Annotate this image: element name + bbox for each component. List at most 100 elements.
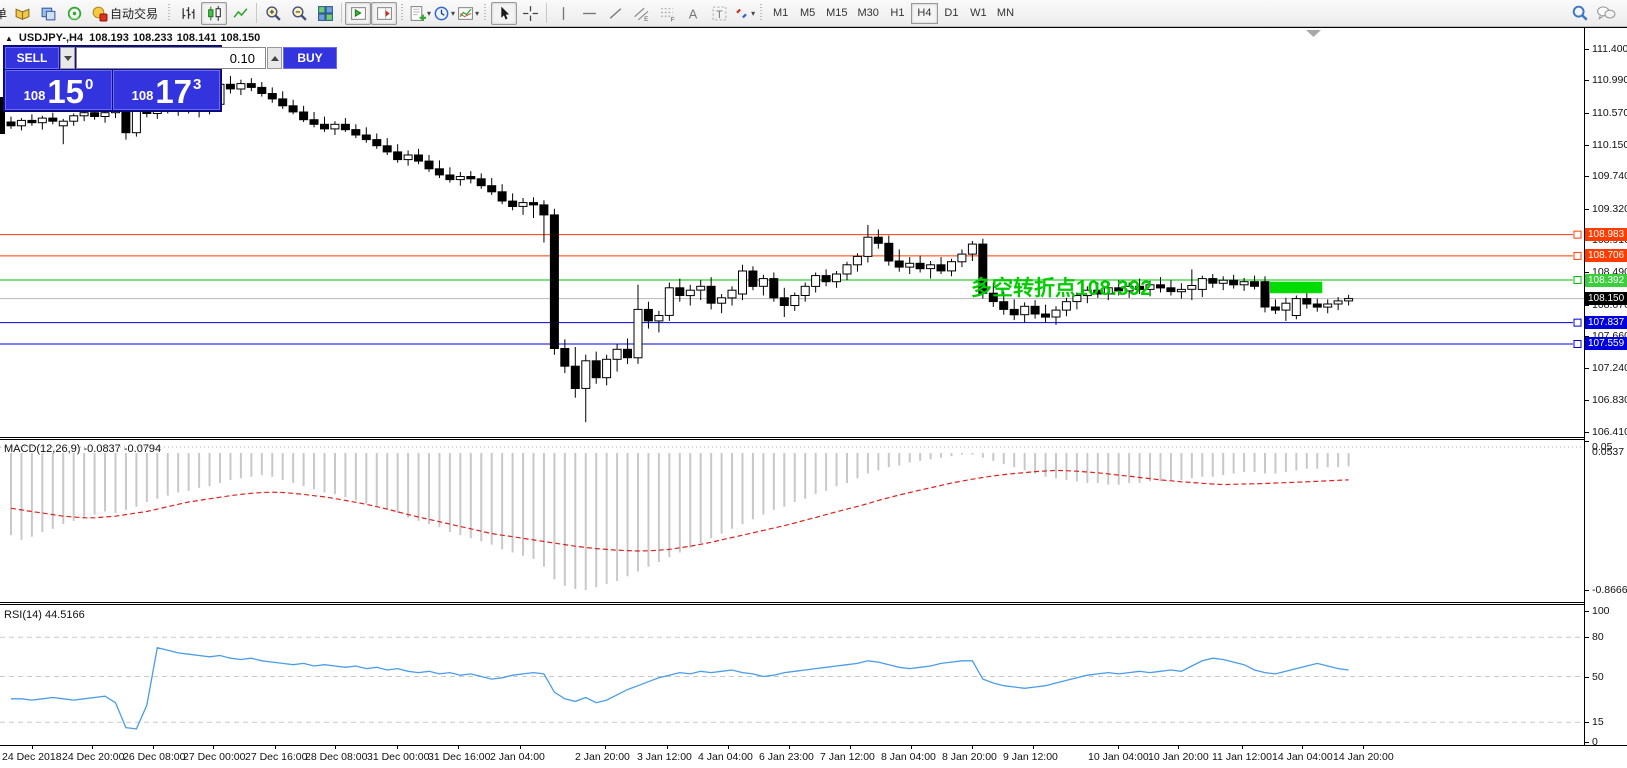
tile-windows-button[interactable] xyxy=(312,2,338,25)
time-tick-label: 24 Dec 2018 xyxy=(2,751,62,763)
macd-plot[interactable] xyxy=(0,440,1585,602)
dropdown-icon[interactable]: ▾ xyxy=(751,9,755,18)
volume-increase-button[interactable] xyxy=(267,47,282,69)
buy-price-display[interactable]: 108173 xyxy=(113,70,220,110)
periods-clock-button[interactable]: ▾ xyxy=(432,2,456,25)
chart-top-border xyxy=(0,27,1627,28)
volume-decrease-button[interactable] xyxy=(60,47,75,69)
time-tick-label: 27 Dec 00:00 xyxy=(183,751,245,763)
level-handle[interactable] xyxy=(1574,231,1581,238)
chart-shift-marker[interactable] xyxy=(1306,30,1321,37)
time-tick-label: 10 Jan 04:00 xyxy=(1088,751,1149,763)
candlestick-chart-button[interactable] xyxy=(201,2,227,25)
time-tick xyxy=(153,746,154,749)
rsi-axis-label: 0 xyxy=(1592,736,1598,748)
candle-body xyxy=(1271,307,1279,310)
candle-body xyxy=(885,243,893,261)
candle-body xyxy=(874,237,882,243)
dropdown-icon[interactable]: ▾ xyxy=(451,9,455,18)
trendline-tool[interactable] xyxy=(602,2,628,25)
candle-body xyxy=(759,279,767,287)
collapse-marker-icon[interactable]: ▲ xyxy=(5,34,13,43)
candle-body xyxy=(70,116,78,121)
equidistant-channel-tool[interactable]: E xyxy=(628,2,654,25)
sell-button[interactable]: SELL xyxy=(5,47,59,69)
rsi-plot[interactable] xyxy=(0,606,1585,745)
chart-title: ▲ USDJPY-,H4 108.193 108.233 108.141 108… xyxy=(5,32,260,44)
dropdown-icon[interactable]: ▾ xyxy=(427,9,431,18)
crosshair-tool-button[interactable] xyxy=(517,2,543,25)
time-tick xyxy=(275,746,276,749)
auto-scroll-button[interactable] xyxy=(345,2,371,25)
main-chart-plot[interactable]: 多空转折点108.392 xyxy=(0,28,1585,438)
candle-body xyxy=(509,201,517,206)
time-tick-label: 24 Dec 20:00 xyxy=(62,751,124,763)
timeframe-m1[interactable]: M1 xyxy=(767,3,794,24)
level-handle[interactable] xyxy=(1574,252,1581,259)
candle-body xyxy=(456,177,464,180)
time-tick-label: 7 Jan 12:00 xyxy=(820,751,875,763)
toolbar-grip xyxy=(759,4,764,22)
zoom-out-button[interactable] xyxy=(286,2,312,25)
time-scale[interactable]: 24 Dec 201824 Dec 20:0026 Dec 08:0027 De… xyxy=(0,746,1627,768)
timeframe-w1[interactable]: W1 xyxy=(965,3,992,24)
fibonacci-tool[interactable]: F xyxy=(654,2,680,25)
signals-icon[interactable] xyxy=(61,2,87,25)
autotrading-button[interactable]: 自动交易 xyxy=(87,2,164,25)
time-tick-label: 2 Jan 20:00 xyxy=(575,751,630,763)
triangle-up-icon xyxy=(271,56,279,61)
candle-body xyxy=(132,110,140,133)
candle-body xyxy=(341,124,349,129)
candle-body xyxy=(1251,282,1259,287)
timeframe-m5[interactable]: M5 xyxy=(794,3,821,24)
candle-body xyxy=(634,309,642,357)
toolbar-separator xyxy=(341,3,342,23)
axis-tick xyxy=(1585,113,1589,114)
time-tick-label: 4 Jan 04:00 xyxy=(698,751,753,763)
market-watch-icon[interactable] xyxy=(35,2,61,25)
indicators-button[interactable]: ▾ xyxy=(456,2,480,25)
candle-body xyxy=(394,152,402,160)
candle-body xyxy=(728,290,736,298)
order-book-icon[interactable] xyxy=(9,2,35,25)
new-chart-button[interactable]: ▾ xyxy=(408,2,432,25)
horizontal-line-tool[interactable] xyxy=(576,2,602,25)
zoom-in-button[interactable] xyxy=(260,2,286,25)
chart-shift-button[interactable] xyxy=(371,2,397,25)
text-tool[interactable]: A xyxy=(680,2,706,25)
rsi-separator[interactable] xyxy=(0,602,1585,603)
search-icon[interactable] xyxy=(1567,2,1593,25)
text-label-tool[interactable]: T xyxy=(706,2,732,25)
timeframe-m30[interactable]: M30 xyxy=(853,3,884,24)
bar-chart-button[interactable] xyxy=(175,2,201,25)
macd-histogram xyxy=(11,453,1349,590)
dropdown-icon[interactable]: ▾ xyxy=(475,9,479,18)
level-handle[interactable] xyxy=(1574,340,1581,347)
price-tick-label: 107.240 xyxy=(1592,362,1627,374)
timeframe-mn[interactable]: MN xyxy=(992,3,1019,24)
candle-body xyxy=(7,122,15,126)
time-tick xyxy=(335,746,336,749)
macd-separator[interactable] xyxy=(0,437,1585,438)
candle-body xyxy=(1313,304,1321,307)
buy-button[interactable]: BUY xyxy=(283,47,337,69)
timeframe-d1[interactable]: D1 xyxy=(938,3,965,24)
level-handle[interactable] xyxy=(1574,277,1581,284)
chat-icon[interactable] xyxy=(1593,2,1619,25)
candle-body xyxy=(477,179,485,186)
new-order-label[interactable]: 单 xyxy=(0,5,7,22)
vertical-line-tool[interactable] xyxy=(550,2,576,25)
timeframe-h4[interactable]: H4 xyxy=(911,3,938,24)
cursor-tool-button[interactable] xyxy=(491,2,517,25)
highlight-rectangle[interactable] xyxy=(1270,282,1322,294)
timeframe-h1[interactable]: H1 xyxy=(884,3,911,24)
candle-body xyxy=(59,121,67,126)
arrows-tool[interactable]: ▾ xyxy=(732,2,756,25)
volume-input[interactable] xyxy=(76,47,266,69)
level-handle[interactable] xyxy=(1574,319,1581,326)
sell-price-display[interactable]: 108150 xyxy=(5,70,112,110)
candle-body xyxy=(644,309,652,321)
line-chart-button[interactable] xyxy=(227,2,253,25)
current-price-badge: 108.150 xyxy=(1585,292,1627,305)
timeframe-m15[interactable]: M15 xyxy=(821,3,852,24)
